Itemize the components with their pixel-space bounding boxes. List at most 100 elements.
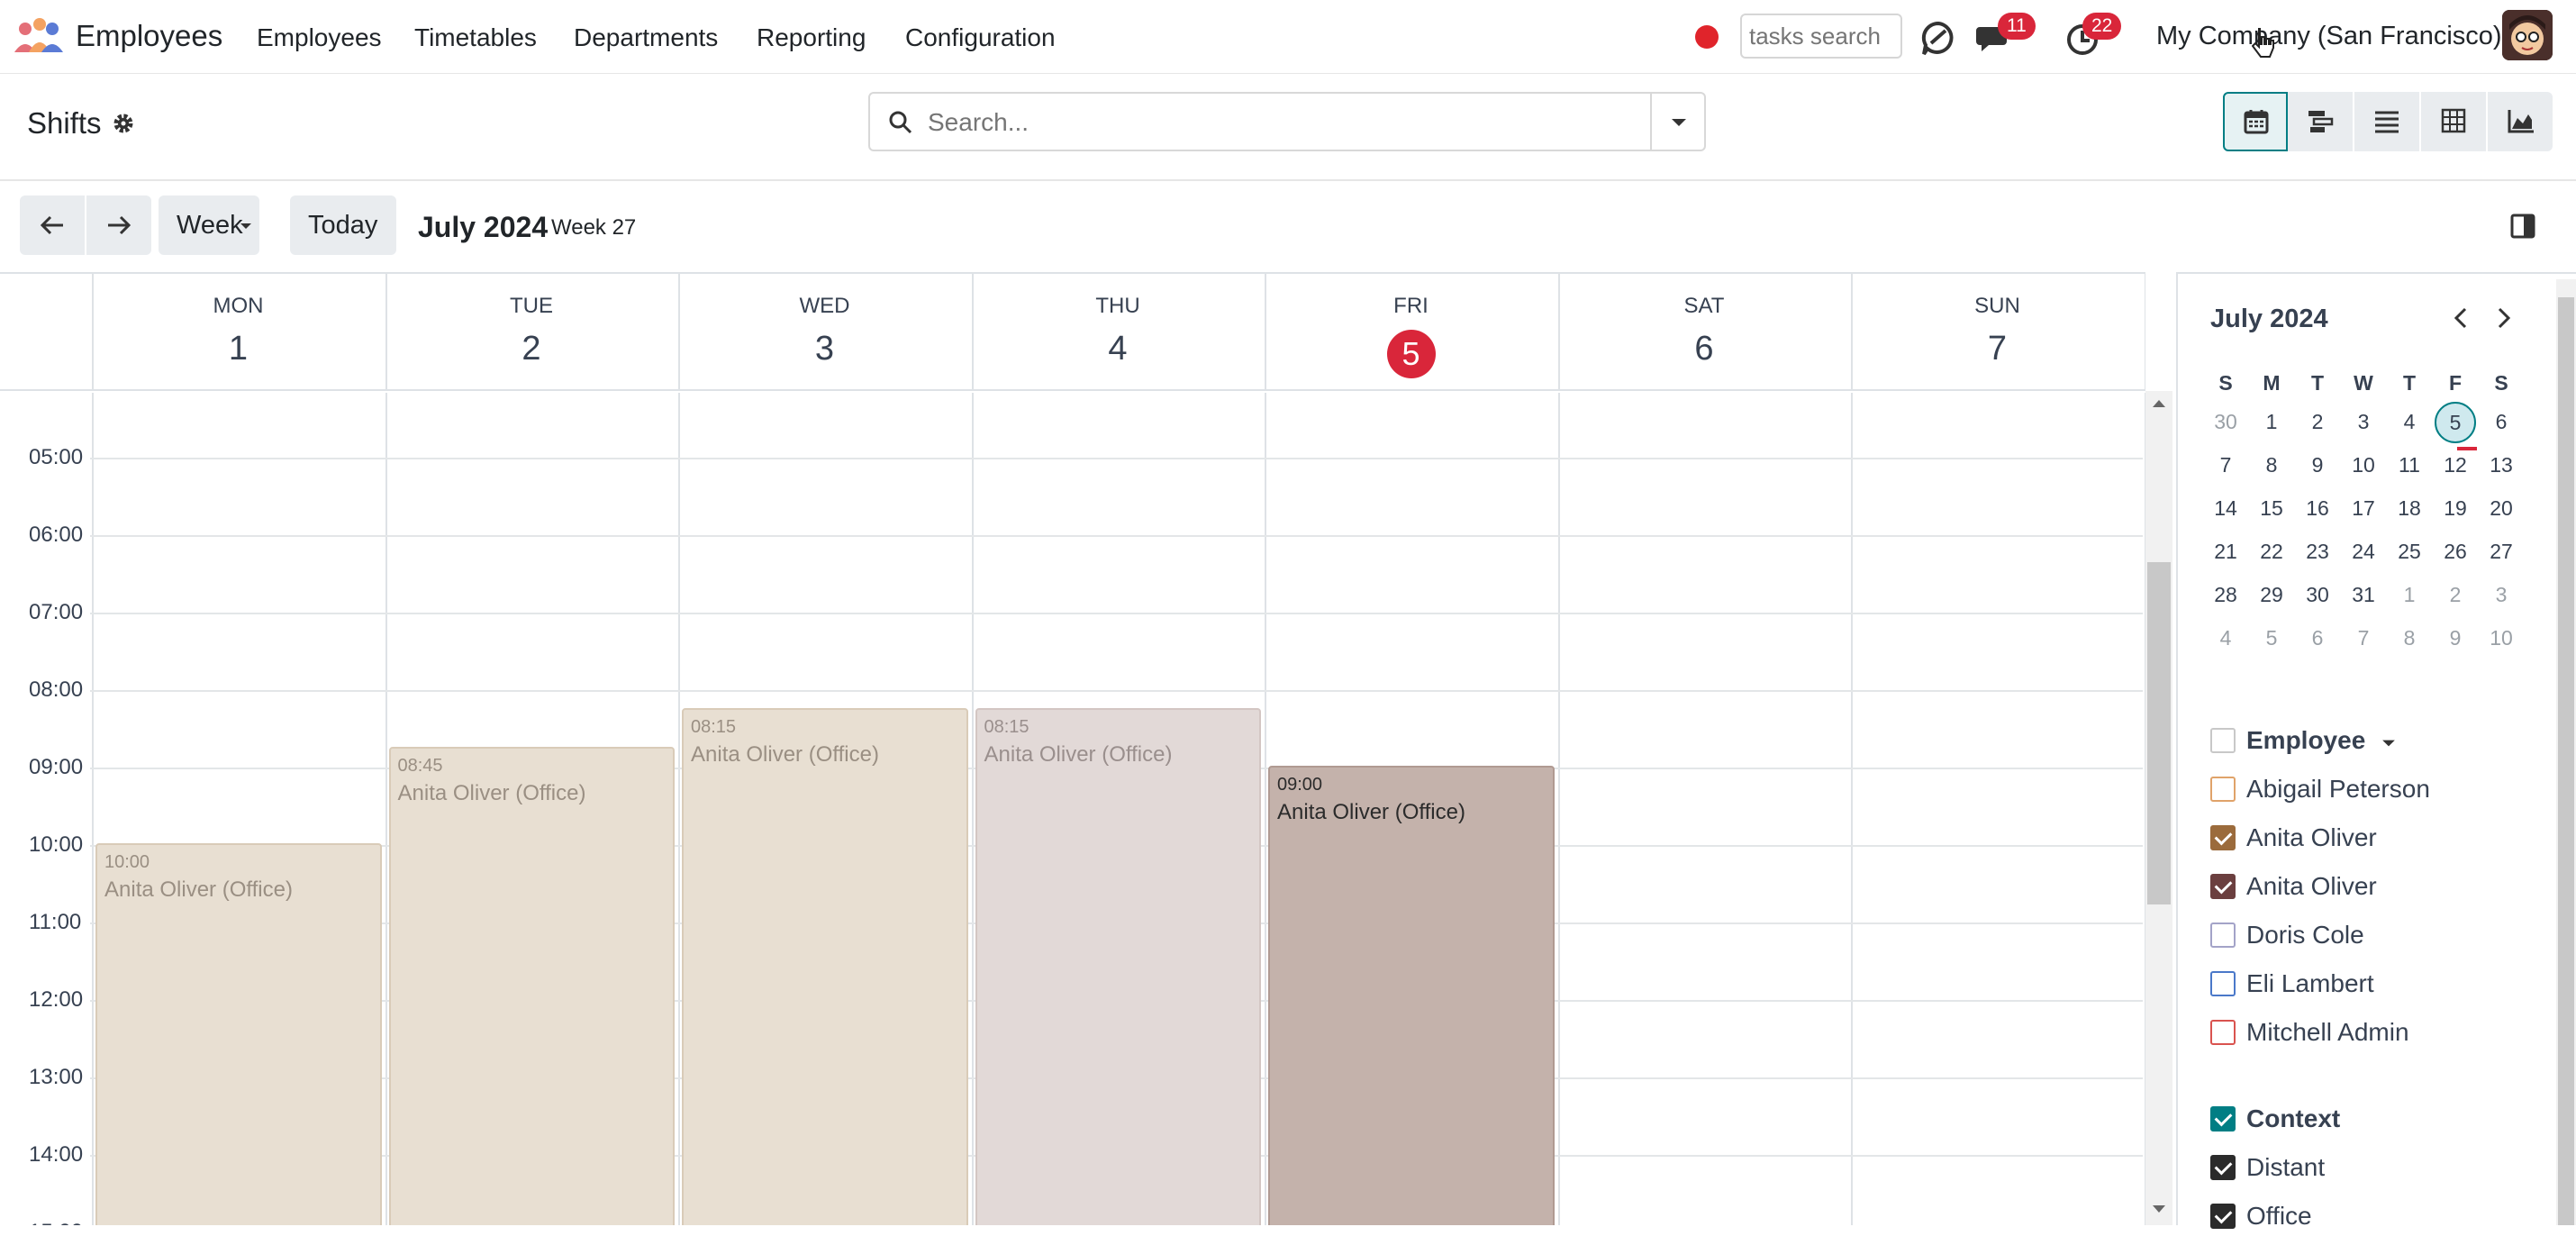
caret-down-icon[interactable] xyxy=(2381,739,2396,748)
scroll-down-icon[interactable] xyxy=(2151,1204,2167,1214)
menu-employees[interactable]: Employees xyxy=(257,23,382,52)
employee-filter-item[interactable]: Eli Lambert xyxy=(2210,964,2535,1004)
shift-event[interactable]: 10:00 Anita Oliver (Office) xyxy=(95,843,382,1225)
search-box[interactable] xyxy=(868,92,1652,151)
scale-dropdown[interactable]: Week xyxy=(159,195,259,255)
mini-day[interactable]: 1 xyxy=(2387,575,2432,614)
employee-filter-item[interactable]: Mitchell Admin xyxy=(2210,1013,2535,1052)
filter-checkbox[interactable] xyxy=(2210,874,2236,899)
mini-day[interactable]: 13 xyxy=(2479,445,2524,485)
context-filter-header[interactable]: Context xyxy=(2210,1099,2535,1139)
employee-filter-header[interactable]: Employee xyxy=(2210,721,2535,760)
menu-configuration[interactable]: Configuration xyxy=(905,23,1056,52)
mini-day[interactable]: 2 xyxy=(2295,402,2340,441)
calendar-view-button[interactable] xyxy=(2223,92,2288,151)
mini-day[interactable]: 27 xyxy=(2479,532,2524,571)
mini-day[interactable]: 8 xyxy=(2387,618,2432,658)
employee-filter-item[interactable]: Abigail Peterson xyxy=(2210,769,2535,809)
context-filter-item[interactable]: Office xyxy=(2210,1196,2535,1236)
mini-day[interactable]: 29 xyxy=(2249,575,2294,614)
filter-checkbox[interactable] xyxy=(2210,825,2236,850)
next-period-button[interactable] xyxy=(86,195,151,255)
mini-day[interactable]: 3 xyxy=(2479,575,2524,614)
shift-event[interactable]: 08:15 Anita Oliver (Office) xyxy=(682,707,968,1225)
tasks-search-input[interactable] xyxy=(1740,14,1902,59)
side-panel-scroll-thumb[interactable] xyxy=(2558,297,2574,1225)
previous-period-button[interactable] xyxy=(20,195,85,255)
mini-prev-month-icon[interactable] xyxy=(2448,304,2475,332)
mini-day[interactable]: 2 xyxy=(2433,575,2478,614)
context-filter-item[interactable]: Distant xyxy=(2210,1148,2535,1187)
graph-view-button[interactable] xyxy=(2488,92,2553,151)
mini-day[interactable]: 26 xyxy=(2433,532,2478,571)
mini-day[interactable]: 4 xyxy=(2387,402,2432,441)
mini-day[interactable]: 21 xyxy=(2203,532,2248,571)
mini-day[interactable]: 1 xyxy=(2249,402,2294,441)
day-number[interactable]: 6 xyxy=(1558,330,1851,368)
mini-day[interactable]: 31 xyxy=(2341,575,2386,614)
filter-checkbox[interactable] xyxy=(2210,1020,2236,1045)
mini-day[interactable]: 9 xyxy=(2433,618,2478,658)
mini-day[interactable]: 3 xyxy=(2341,402,2386,441)
mini-day[interactable]: 8 xyxy=(2249,445,2294,485)
scroll-up-icon[interactable] xyxy=(2151,398,2167,409)
discuss-icon[interactable] xyxy=(1918,18,1958,58)
mini-day[interactable]: 4 xyxy=(2203,618,2248,658)
mini-day[interactable]: 30 xyxy=(2203,402,2248,441)
list-view-button[interactable] xyxy=(2354,92,2419,151)
mini-day[interactable]: 7 xyxy=(2341,618,2386,658)
user-avatar[interactable] xyxy=(2502,10,2553,60)
filter-checkbox[interactable] xyxy=(2210,1155,2236,1180)
mini-day[interactable]: 15 xyxy=(2249,488,2294,528)
menu-reporting[interactable]: Reporting xyxy=(757,23,866,52)
toggle-sidebar-icon[interactable] xyxy=(2509,213,2536,240)
app-logo-icon[interactable] xyxy=(13,16,63,56)
mini-day[interactable]: 11 xyxy=(2387,445,2432,485)
time-grid[interactable]: 05:00 06:00 07:00 08:00 09:00 10:00 11:00 12:00… xyxy=(0,393,2145,1225)
mini-day[interactable]: 23 xyxy=(2295,532,2340,571)
day-number[interactable]: 2 xyxy=(385,330,678,368)
mini-day[interactable]: 30 xyxy=(2295,575,2340,614)
day-number[interactable]: 4 xyxy=(972,330,1265,368)
pivot-view-button[interactable] xyxy=(2421,92,2486,151)
calendar-scroll-thumb[interactable] xyxy=(2147,562,2171,904)
filter-checkbox[interactable] xyxy=(2210,728,2236,753)
mini-day[interactable]: 25 xyxy=(2387,532,2432,571)
mini-day[interactable]: 14 xyxy=(2203,488,2248,528)
mini-day[interactable]: 6 xyxy=(2479,402,2524,441)
employee-filter-item[interactable]: Doris Cole xyxy=(2210,915,2535,955)
filter-checkbox[interactable] xyxy=(2210,922,2236,948)
recording-indicator-icon[interactable] xyxy=(1695,25,1719,49)
shift-event[interactable]: 08:15 Anita Oliver (Office) xyxy=(975,707,1261,1225)
mini-day[interactable]: 10 xyxy=(2341,445,2386,485)
mini-day[interactable]: 22 xyxy=(2249,532,2294,571)
app-name[interactable]: Employees xyxy=(76,19,222,53)
search-options-toggle[interactable] xyxy=(1652,92,1706,151)
day-number[interactable]: 7 xyxy=(1851,330,2144,368)
mini-next-month-icon[interactable] xyxy=(2490,304,2517,332)
mini-day[interactable]: 20 xyxy=(2479,488,2524,528)
mini-day[interactable]: 16 xyxy=(2295,488,2340,528)
company-switcher[interactable]: My Company (San Francisco) xyxy=(2156,22,2502,51)
employee-filter-item[interactable]: Anita Oliver xyxy=(2210,867,2535,906)
day-number[interactable]: 3 xyxy=(678,330,971,368)
mini-day-selected[interactable]: 5 xyxy=(2433,402,2478,443)
today-button[interactable]: Today xyxy=(290,195,396,255)
mini-day[interactable]: 17 xyxy=(2341,488,2386,528)
mini-day[interactable]: 9 xyxy=(2295,445,2340,485)
mini-day[interactable]: 6 xyxy=(2295,618,2340,658)
page-title[interactable]: Shifts xyxy=(27,106,102,141)
mini-day[interactable]: 5 xyxy=(2249,618,2294,658)
mini-day[interactable]: 12 xyxy=(2433,445,2478,485)
filter-checkbox[interactable] xyxy=(2210,971,2236,996)
mini-day[interactable]: 24 xyxy=(2341,532,2386,571)
gantt-view-button[interactable] xyxy=(2288,92,2353,151)
mini-day[interactable]: 28 xyxy=(2203,575,2248,614)
menu-timetables[interactable]: Timetables xyxy=(414,23,537,52)
today-day-number[interactable]: 5 xyxy=(1265,330,1557,378)
gear-icon[interactable] xyxy=(112,112,135,135)
shift-event[interactable]: 08:45 Anita Oliver (Office) xyxy=(388,746,675,1225)
employee-filter-item[interactable]: Anita Oliver xyxy=(2210,818,2535,858)
shift-event[interactable]: 09:00 Anita Oliver (Office) xyxy=(1268,766,1555,1225)
day-number[interactable]: 1 xyxy=(92,330,385,368)
